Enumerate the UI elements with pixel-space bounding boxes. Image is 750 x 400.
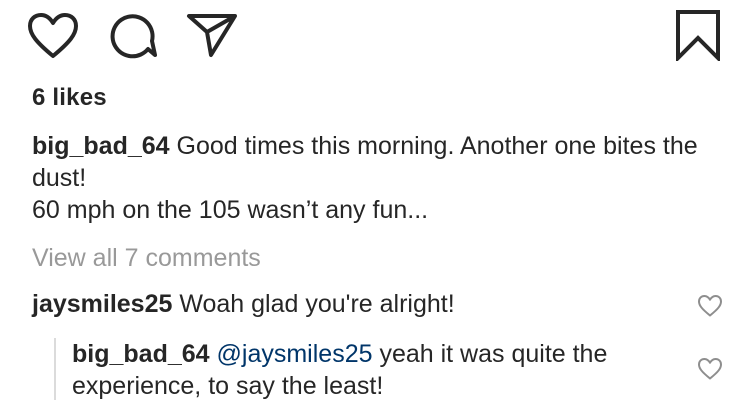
paper-plane-icon bbox=[187, 14, 237, 57]
view-all-comments-link[interactable]: View all 7 comments bbox=[32, 244, 261, 273]
caption-username[interactable]: big_bad_64 bbox=[32, 132, 170, 160]
caption-first-line: big_bad_64 Good times this morning. Anot… bbox=[32, 130, 722, 194]
save-button[interactable] bbox=[674, 9, 722, 61]
reply-like-button[interactable] bbox=[697, 357, 723, 386]
reply-username[interactable]: big_bad_64 bbox=[72, 340, 210, 368]
comment-item: jaysmiles25 Woah glad you're alright! bbox=[32, 288, 672, 320]
heart-icon bbox=[698, 358, 722, 380]
like-button[interactable] bbox=[26, 12, 80, 60]
reply-item: big_bad_64 @jaysmiles25 yeah it was quit… bbox=[72, 338, 682, 400]
comment-like-button[interactable] bbox=[697, 294, 723, 323]
share-button[interactable] bbox=[186, 12, 238, 58]
comment-text: Woah glad you're alright! bbox=[172, 290, 455, 318]
heart-icon bbox=[698, 295, 722, 317]
bookmark-icon bbox=[676, 10, 720, 61]
likes-count[interactable]: 6 likes bbox=[32, 84, 107, 112]
reply-thread: big_bad_64 @jaysmiles25 yeah it was quit… bbox=[54, 338, 696, 400]
comment-username[interactable]: jaysmiles25 bbox=[32, 290, 172, 318]
caption-second-line: 60 mph on the 105 wasn’t any fun... bbox=[32, 196, 429, 224]
post-action-bar bbox=[0, 0, 750, 72]
reply-mention-link[interactable]: @jaysmiles25 bbox=[217, 340, 373, 368]
comment-bubble-icon bbox=[110, 14, 157, 59]
heart-icon bbox=[28, 13, 78, 58]
post-caption: big_bad_64 Good times this morning. Anot… bbox=[32, 130, 722, 226]
comment-button[interactable] bbox=[110, 11, 158, 61]
